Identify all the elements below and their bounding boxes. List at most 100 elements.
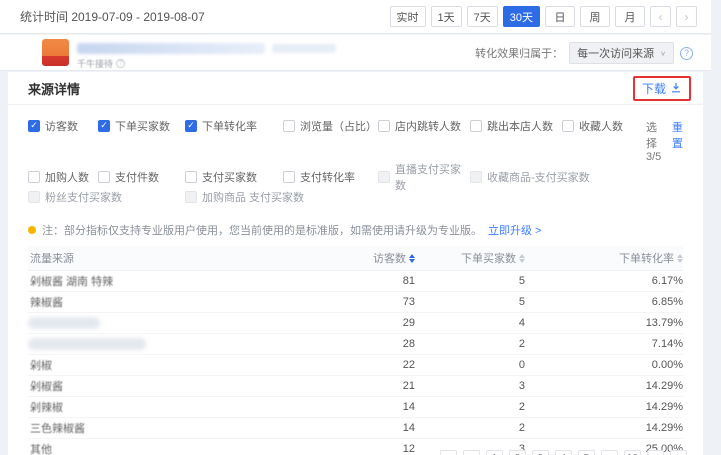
metric-label: 访客数 <box>45 118 78 134</box>
download-button[interactable]: 下载 <box>642 80 666 97</box>
page-item[interactable]: 3 <box>532 450 549 455</box>
range-button-1day[interactable]: 1天 <box>431 6 462 27</box>
checkbox-disabled-icon <box>470 171 482 183</box>
attribution-select[interactable]: 每一次访问来源 ∨ <box>569 42 674 64</box>
question-circle-icon[interactable]: ? <box>680 47 693 60</box>
column-header-label: 访客数 <box>373 250 406 266</box>
sort-icon[interactable] <box>519 254 525 263</box>
visitors-cell: 14 <box>403 422 415 434</box>
metric-checkbox-visitors[interactable]: ✓ 访客数 <box>28 119 98 132</box>
metric-checkbox-cart-adds[interactable]: 加购人数 <box>28 170 98 183</box>
buyers-cell: 5 <box>519 296 525 308</box>
page-item[interactable]: 1 <box>486 450 503 455</box>
metric-checkbox-instore-jump[interactable]: 店内跳转人数 <box>378 119 470 132</box>
shop-bar: 千牛接待 ? 转化效果归属于： 每一次访问来源 ∨ ? <box>0 35 711 71</box>
reset-link[interactable]: 重置 <box>672 119 683 163</box>
metric-checkbox-order-rate[interactable]: ✓ 下单转化率 <box>185 119 283 132</box>
pagination: « ‹ 1 2 3 4 5 … 10 › » <box>440 450 687 455</box>
metric-checkbox-paid-buyers[interactable]: 支付买家数 <box>185 170 283 183</box>
source-cell: 剁椒酱 湖南 特辣 <box>28 273 297 289</box>
table-row: 三色辣椒酱 14 2 14.29% <box>28 418 683 439</box>
range-button-realtime[interactable]: 实时 <box>390 6 426 27</box>
checkbox-icon[interactable] <box>185 171 197 183</box>
column-header-buyers[interactable]: 下单买家数 <box>461 250 525 266</box>
notice-text: 注：部分指标仅支持专业版用户使用，您当前使用的是标准版，如需使用请升级为专业版。 <box>42 222 482 238</box>
range-button-7day[interactable]: 7天 <box>467 6 498 27</box>
metric-label: 浏览量（占比） <box>300 118 377 134</box>
checkbox-checked-icon[interactable]: ✓ <box>185 120 197 132</box>
metric-checkbox-order-buyers[interactable]: ✓ 下单买家数 <box>98 119 185 132</box>
metric-checkbox-bounce[interactable]: 跳出本店人数 <box>470 119 562 132</box>
range-button-30day[interactable]: 30天 <box>503 6 540 27</box>
range-button-day[interactable]: 日 <box>545 6 575 27</box>
stat-time-bar: 统计时间 2019-07-09 - 2019-08-07 实时 1天 7天 30… <box>0 0 711 34</box>
metric-checkbox-pageviews[interactable]: 浏览量（占比） <box>283 119 378 132</box>
checkbox-icon[interactable] <box>378 120 390 132</box>
metric-checkbox-fan-paid-buyers: 粉丝支付买家数 <box>28 190 185 203</box>
source-table: 流量来源 访客数 下单买家数 下单转化率 剁椒酱 湖南 特辣 81 5 6.17… <box>28 246 683 455</box>
buyers-cell: 3 <box>519 380 525 392</box>
next-arrow-icon[interactable]: › <box>676 6 697 27</box>
page-ellipsis: … <box>601 450 618 455</box>
column-header-source[interactable]: 流量来源 <box>28 250 297 266</box>
visitors-cell: 73 <box>403 296 415 308</box>
attribution-control: 转化效果归属于： 每一次访问来源 ∨ ? <box>475 42 693 64</box>
prev-arrow-icon[interactable]: ‹ <box>650 6 671 27</box>
checkbox-icon[interactable] <box>562 120 574 132</box>
checkbox-disabled-icon <box>185 191 197 203</box>
checkbox-icon[interactable] <box>283 120 295 132</box>
redacted-source-blob <box>28 317 100 329</box>
page-item[interactable]: 5 <box>578 450 595 455</box>
buyers-cell: 2 <box>519 401 525 413</box>
rate-cell: 13.79% <box>646 317 683 329</box>
range-button-week[interactable]: 周 <box>580 6 610 27</box>
shop-meta-redacted <box>272 44 336 53</box>
checkbox-icon[interactable] <box>98 171 110 183</box>
metric-label: 收藏商品-支付买家数 <box>487 169 590 185</box>
download-icon[interactable] <box>670 82 682 94</box>
service-label: 千牛接待 ? <box>77 57 125 70</box>
rate-cell: 6.17% <box>652 275 683 287</box>
column-header-rate[interactable]: 下单转化率 <box>619 250 683 266</box>
last-page-icon[interactable]: » <box>670 450 687 455</box>
sort-icon[interactable] <box>409 254 415 263</box>
rate-cell: 0.00% <box>652 359 683 371</box>
metric-checkbox-favorites[interactable]: 收藏人数 <box>562 119 646 132</box>
checkbox-icon[interactable] <box>283 171 295 183</box>
range-button-month[interactable]: 月 <box>615 6 645 27</box>
checkbox-checked-icon[interactable]: ✓ <box>98 120 110 132</box>
notice-dot-icon <box>28 226 36 234</box>
column-header-visitors[interactable]: 访客数 <box>373 250 415 266</box>
upgrade-link[interactable]: 立即升级 > <box>488 222 541 238</box>
visitors-cell: 12 <box>403 443 415 455</box>
page-item[interactable]: 2 <box>509 450 526 455</box>
checkbox-icon[interactable] <box>470 120 482 132</box>
prev-page-icon[interactable]: ‹ <box>463 450 480 455</box>
checkbox-icon[interactable] <box>28 171 40 183</box>
metric-checkbox-pay-rate[interactable]: 支付转化率 <box>283 170 378 183</box>
table-row: 剁椒酱 21 3 14.29% <box>28 376 683 397</box>
page-item[interactable]: 10 <box>624 450 641 455</box>
rate-cell: 14.29% <box>646 401 683 413</box>
first-page-icon[interactable]: « <box>440 450 457 455</box>
buyers-cell: 2 <box>519 338 525 350</box>
buyers-cell: 4 <box>519 317 525 329</box>
metric-checkbox-paid-items[interactable]: 支付件数 <box>98 170 185 183</box>
metric-label: 下单买家数 <box>115 118 170 134</box>
source-cell: 剁椒 <box>28 357 297 373</box>
visitors-cell: 14 <box>403 401 415 413</box>
page-item[interactable]: 4 <box>555 450 572 455</box>
metric-label: 支付转化率 <box>300 169 355 185</box>
buyers-cell: 0 <box>519 359 525 371</box>
column-header-label: 下单买家数 <box>461 250 516 266</box>
buyers-cell: 5 <box>519 275 525 287</box>
metric-label: 加购商品 支付买家数 <box>202 189 304 205</box>
table-row: 剁椒酱 湖南 特辣 81 5 6.17% <box>28 271 683 292</box>
next-page-icon[interactable]: › <box>647 450 664 455</box>
checkbox-checked-icon[interactable]: ✓ <box>28 120 40 132</box>
chevron-down-icon: ∨ <box>660 49 666 56</box>
metric-row-1: ✓ 访客数 ✓ 下单买家数 ✓ 下单转化率 浏览量（占比） 店内跳转人数 跳出 <box>28 119 683 163</box>
info-icon: ? <box>116 59 125 68</box>
sort-icon[interactable] <box>677 254 683 263</box>
table-row: 剁辣椒 14 2 14.29% <box>28 397 683 418</box>
